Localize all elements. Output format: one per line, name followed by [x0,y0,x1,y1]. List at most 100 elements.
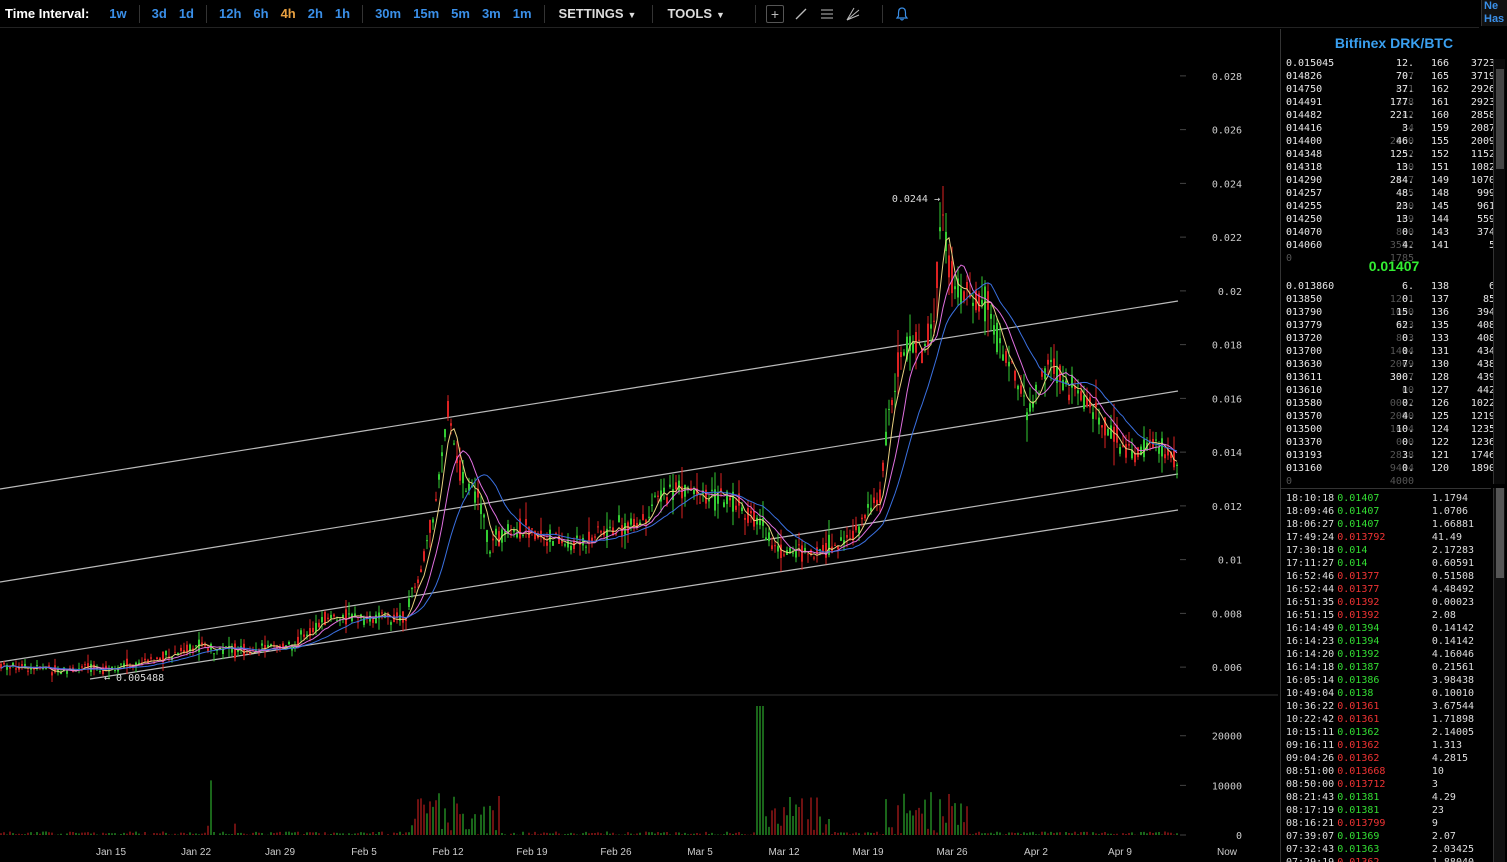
bid-row[interactable]: 013720 0 0. 1414 133 408 [1281,332,1507,357]
volume-tick-label: 0 [1236,831,1242,842]
interval-3m[interactable]: 3m [482,6,501,21]
candle-body [1080,391,1082,401]
order-price-main: 013500 [1286,424,1323,435]
bid-row[interactable]: 013850 0 0. 1000 137 85 [1281,293,1507,318]
interval-1h[interactable]: 1h [335,6,350,21]
ask-row[interactable]: 014060 0 4. 1785 141 5 [1281,239,1507,264]
trade-amount: 0.00023 [1431,597,1475,608]
trade-row: 17:30:18 0.014 2.17283 [1281,544,1491,557]
ask-row[interactable]: 014400 0 46. 232 155 2009 [1281,135,1507,160]
candle-body [432,519,434,523]
candle-body [765,537,767,541]
price-tick-label: 0.008 [1212,609,1242,620]
order-total: 5 [1488,240,1495,251]
bid-row[interactable]: 013370 0 0. 2828 122 1236 [1281,436,1507,461]
scrollbar-thumb[interactable] [1496,488,1504,578]
scrollbar-thumb[interactable] [1496,69,1504,169]
ask-row[interactable]: 014750 0 37. 318 162 2926 [1281,83,1507,108]
bid-row[interactable]: 013570 0 4. 1604 125 1219 [1281,410,1507,435]
volume-tick-label: 20000 [1212,732,1242,743]
ask-row[interactable]: 014491 0 177. 42 161 2923 [1281,96,1507,121]
trades-scrollbar[interactable] [1493,488,1505,862]
bid-row[interactable]: 013580 0 0. 2000 126 1022 [1281,397,1507,422]
bid-row[interactable]: 013193 0 3. 9414 121 1746 [1281,449,1507,474]
interval-2h[interactable]: 2h [308,6,323,21]
candle-body [663,487,665,493]
ask-row[interactable]: 014255 0 23. 169 145 961 [1281,200,1507,225]
ask-row[interactable]: 014826 0 70. 821 165 3719 [1281,70,1507,95]
ask-row[interactable]: 014070 0 0. 3592 143 374 [1281,226,1507,251]
ask-row[interactable]: 014482 0 221. 84 160 2858 [1281,109,1507,134]
candle-body [1026,412,1028,421]
ask-row[interactable]: 014416 0 3. 2000 159 2087 [1281,122,1507,147]
bid-row[interactable]: 013611 0 300. 00 128 439 [1281,371,1507,396]
order-price-main: 013790 [1286,307,1323,318]
ask-row[interactable]: 014250 0 13. 860 144 559 [1281,213,1507,238]
x-tick-label: Feb 19 [516,847,548,858]
horizontal-lines-icon[interactable] [818,5,836,23]
bid-row[interactable]: 013779 0 62. 883 135 408 [1281,319,1507,344]
candle-body [414,586,416,588]
order-amount-main: 284. [1389,175,1414,186]
chart-svg[interactable]: 0.028 0.026 0.024 0.022 0.02 0.018 0.016 0.014 0… [0,29,1278,862]
candle-body [429,519,431,533]
candle-body [246,652,248,654]
trade-time: 07:39:07 [1286,831,1335,842]
interval-1m[interactable]: 1m [513,6,532,21]
ask-row[interactable]: 0.015045 0 12. 797 166 3723 [1281,57,1507,82]
candle-body [312,627,314,633]
bid-row[interactable]: 013630 0 7. 3367 130 438 [1281,358,1507,383]
bell-icon[interactable] [893,5,911,23]
trade-price: 0.014 [1337,558,1368,569]
candle-body [1095,402,1097,408]
bid-row[interactable]: 0.013860 0 6. 1201 138 6 [1281,280,1507,305]
interval-6h[interactable]: 6h [253,6,268,21]
trade-price: 0.01381 [1337,792,1380,803]
order-price: 014257 0 [1286,187,1366,212]
trendline-icon[interactable] [792,5,810,23]
bid-row[interactable]: 013790 0 15. 953 136 394 [1281,306,1507,331]
ask-row[interactable]: 014348 0 125. 00 152 1152 [1281,148,1507,173]
ask-row[interactable]: 014318 0 13. 447 151 1082 [1281,161,1507,186]
interval-4h[interactable]: 4h [281,6,296,21]
order-price: 013790 0 [1286,306,1366,331]
candle-body [768,532,770,542]
order-amount: 0. 4000 [1366,462,1414,487]
toolbar: Time Interval: 1w 3d 1d 12h 6h 4h 2h 1h 30m 15… [0,0,1479,28]
bid-row[interactable]: 013700 0 0. 2069 131 434 [1281,345,1507,370]
tools-menu[interactable]: TOOLS ▼ [667,6,724,21]
candle-body [561,541,563,544]
news-corner[interactable]: Ne Has [1481,0,1507,26]
interval-5m[interactable]: 5m [451,6,470,21]
x-tick-label: Apr 9 [1108,847,1132,858]
order-amount: 4. 1785 [1366,239,1414,264]
candle-body [3,662,5,665]
bid-row[interactable]: 013160 0 0. 4000 120 1890 [1281,462,1507,487]
interval-1w[interactable]: 1w [109,6,126,21]
fan-lines-icon[interactable] [844,5,862,23]
trade-time: 10:22:42 [1286,714,1335,725]
order-price: 013610 0 [1286,384,1366,409]
interval-15m[interactable]: 15m [413,6,439,21]
order-amount-main: 48. [1395,188,1414,199]
price-chart[interactable]: 0.028 0.026 0.024 0.022 0.02 0.018 0.016 0.014 0… [0,29,1278,862]
ask-row[interactable]: 014290 0 284. 65 149 1070 [1281,174,1507,199]
trades-list: 18:10:18 0.01407 1.1794 18:09:46 0.01407 1.07… [1281,488,1491,862]
orderbook-scrollbar[interactable] [1493,59,1505,484]
order-price: 013193 0 [1286,449,1366,474]
candle-body [1062,379,1064,390]
settings-menu[interactable]: SETTINGS ▼ [559,6,637,21]
trade-price: 0.01394 [1337,636,1380,647]
bid-row[interactable]: 013500 0 10. 000 124 1235 [1281,423,1507,448]
bid-row[interactable]: 013610 0 1. 0072 127 442 [1281,384,1507,409]
ask-row[interactable]: 014257 0 48. 000 148 999 [1281,187,1507,212]
interval-30m[interactable]: 30m [375,6,401,21]
candle-body [1029,403,1031,412]
interval-3d[interactable]: 3d [152,6,167,21]
candle-body [381,612,383,614]
crosshair-icon[interactable]: + [765,4,784,23]
trade-time: 08:51:00 [1286,766,1335,777]
interval-12h[interactable]: 12h [219,6,241,21]
order-amount: 3. 2000 [1366,122,1414,147]
interval-1d[interactable]: 1d [179,6,194,21]
